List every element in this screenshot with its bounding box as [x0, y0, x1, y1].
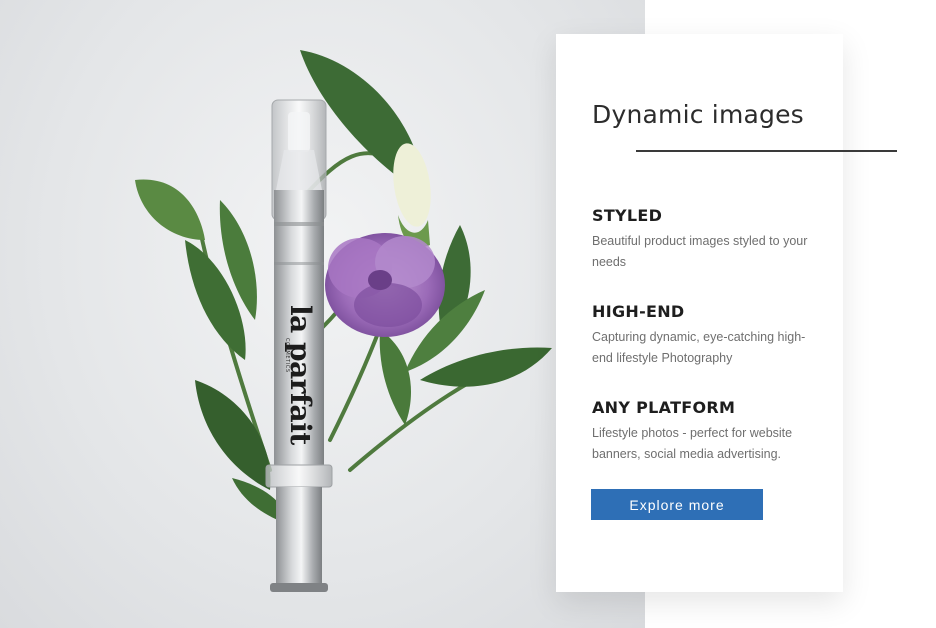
title-divider: [636, 150, 897, 152]
brand-name: la parfait: [284, 305, 317, 445]
feature-styled: STYLED Beautiful product images styled t…: [592, 206, 822, 273]
leaf: [135, 179, 205, 240]
feature-card: Dynamic images STYLED Beautiful product …: [556, 34, 843, 592]
product-illustration: la parfait COSMETICS: [135, 50, 552, 592]
feature-text: Capturing dynamic, eye-catching high-end…: [592, 330, 806, 365]
hero-product-photo: la parfait COSMETICS: [0, 0, 645, 628]
card-title: Dynamic images: [592, 100, 804, 129]
leaf: [420, 347, 552, 387]
leaf: [379, 330, 412, 425]
brand-tagline: COSMETICS: [284, 338, 290, 373]
feature-heading: ANY PLATFORM: [592, 398, 736, 417]
feature-text: Beautiful product images styled to your …: [592, 234, 808, 269]
feature-heading: STYLED: [592, 206, 663, 225]
purple-flower: [325, 233, 445, 337]
explore-more-button[interactable]: Explore more: [591, 489, 763, 520]
feature-heading: HIGH-END: [592, 302, 685, 321]
feature-any-platform: ANY PLATFORM Lifestyle photos - perfect …: [592, 398, 822, 465]
leaf: [195, 380, 271, 490]
flower-bud: [393, 143, 431, 248]
feature-high-end: HIGH-END Capturing dynamic, eye-catching…: [592, 302, 822, 369]
feature-text: Lifestyle photos - perfect for website b…: [592, 426, 793, 461]
